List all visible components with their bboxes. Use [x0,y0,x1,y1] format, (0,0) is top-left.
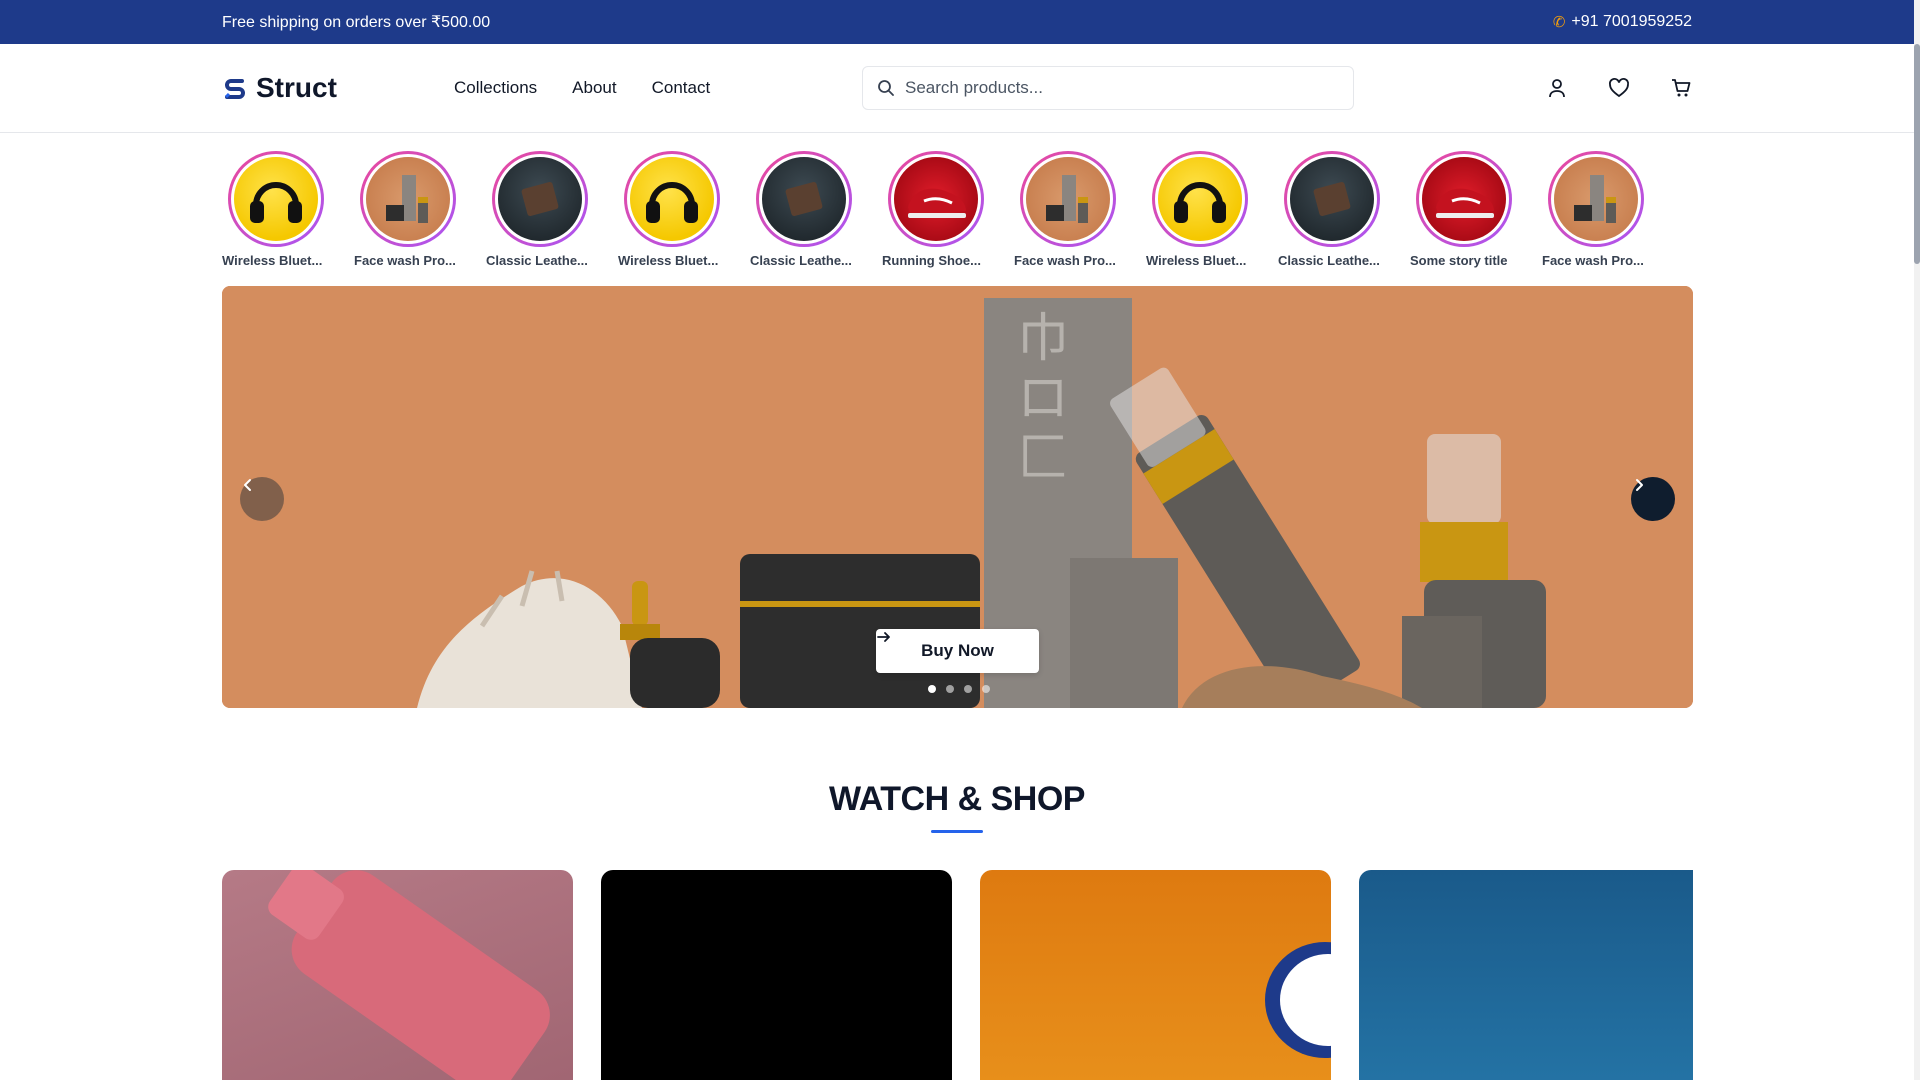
scrollbar-thumb[interactable] [1914,44,1920,264]
story-ring [756,151,852,247]
story-ring [1416,151,1512,247]
story-ring [1284,151,1380,247]
phone-number: +91 7001959252 [1571,13,1692,30]
video-thumbnail [1265,942,1331,1058]
story-thumbnail [1419,154,1509,244]
page-scrollbar[interactable] [1914,0,1920,1080]
video-card[interactable] [601,870,952,1080]
carousel-dots [928,685,990,693]
story-item[interactable]: Face wash Pro... [1542,151,1674,283]
carousel-dot[interactable] [964,685,972,693]
story-label: Face wash Pro... [1014,253,1116,268]
site-header: Struct Collections About Contact [0,44,1920,133]
story-thumbnail [1155,154,1245,244]
story-label: Running Shoe... [882,253,981,268]
buy-now-label: Buy Now [921,641,994,660]
story-ring [1020,151,1116,247]
watch-shop-cards [222,870,1693,1080]
watch-shop-title: WATCH & SHOP [829,780,1085,818]
chevron-right-icon [1636,479,1643,491]
story-item[interactable]: Classic Leathe... [1278,151,1410,283]
story-ring [888,151,984,247]
carousel-prev-button[interactable] [240,477,284,521]
chevron-left-icon [244,479,251,491]
story-item[interactable]: Classic Leathe... [486,151,618,283]
story-item[interactable]: Face wash Pro... [1014,151,1146,283]
carousel-dot[interactable] [928,685,936,693]
story-thumbnail [627,154,717,244]
video-thumbnail [268,870,550,1080]
main-nav: Collections About Contact [454,78,710,98]
story-label: Classic Leathe... [486,253,588,268]
story-label: Face wash Pro... [1542,253,1644,268]
svg-text:ロ: ロ [1017,369,1069,429]
hero-carousel: 巾 ロ 匚 Buy Now [222,286,1693,708]
header-actions [1546,77,1692,99]
story-item[interactable]: Classic Leathe... [750,151,882,283]
carousel-next-button[interactable] [1631,477,1675,521]
video-card[interactable] [222,870,573,1080]
story-thumbnail [495,154,585,244]
story-ring [1152,151,1248,247]
story-ring [360,151,456,247]
story-item[interactable]: Running Shoe... [882,151,1014,283]
story-item[interactable]: Wireless Bluet... [222,151,354,283]
title-underline [931,830,983,833]
story-label: Wireless Bluet... [222,253,323,268]
phone-icon: ✆ [1552,14,1566,31]
story-item[interactable]: Wireless Bluet... [618,151,750,283]
brand-name: Struct [256,72,337,103]
free-shipping-text: Free shipping on orders over ₹500.00 [222,14,491,31]
story-ring [228,151,324,247]
buy-now-button[interactable]: Buy Now [876,629,1039,673]
story-ring [492,151,588,247]
svg-text:巾: 巾 [1017,309,1069,369]
phone-contact[interactable]: ✆ +91 7001959252 [1553,13,1692,31]
story-item[interactable]: Wireless Bluet... [1146,151,1278,283]
search-input[interactable] [905,78,1339,98]
nav-collections[interactable]: Collections [454,78,537,98]
story-label: Wireless Bluet... [1146,253,1247,268]
story-item[interactable]: Face wash Pro... [354,151,486,283]
story-item[interactable]: Some story title [1410,151,1542,283]
story-label: Classic Leathe... [1278,253,1380,268]
promo-bar: Free shipping on orders over ₹500.00 ✆ +… [0,0,1920,44]
story-label: Face wash Pro... [354,253,456,268]
story-label: Wireless Bluet... [618,253,719,268]
story-label: Some story title [1410,253,1508,268]
video-card[interactable] [980,870,1331,1080]
story-label: Classic Leathe... [750,253,852,268]
nav-contact[interactable]: Contact [652,78,711,98]
stories-row: Wireless Bluet... Face wash Pro... Classic… [0,133,1920,283]
user-icon[interactable] [1546,77,1568,99]
carousel-dot[interactable] [982,685,990,693]
story-thumbnail [1287,154,1377,244]
search-box[interactable] [862,66,1354,110]
arrow-right-icon [877,632,890,642]
story-thumbnail [363,154,453,244]
video-card[interactable] [1359,870,1693,1080]
cart-icon[interactable] [1670,77,1692,99]
search-icon [878,80,894,96]
story-thumbnail [1551,154,1641,244]
wishlist-heart-icon[interactable] [1608,77,1630,99]
story-thumbnail [231,154,321,244]
story-thumbnail [759,154,849,244]
carousel-dot[interactable] [946,685,954,693]
brand-logo[interactable]: Struct [222,72,454,104]
svg-text:匚: 匚 [1017,429,1069,489]
story-ring [1548,151,1644,247]
nav-about[interactable]: About [572,78,616,98]
logo-icon [224,79,245,99]
story-thumbnail [891,154,981,244]
story-ring [624,151,720,247]
story-thumbnail [1023,154,1113,244]
